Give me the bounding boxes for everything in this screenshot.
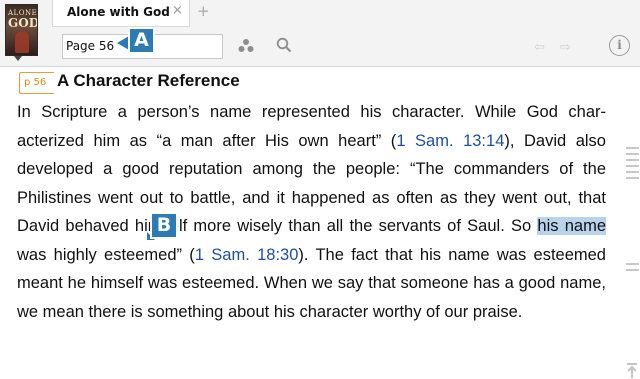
- scroll-tick: [626, 153, 639, 155]
- scroll-tick: [626, 171, 639, 173]
- add-tab-icon[interactable]: +: [197, 2, 210, 20]
- people-icon[interactable]: [238, 38, 254, 54]
- paragraph-text: was highly esteemed” (: [17, 245, 195, 264]
- cover-title-line2: GOD: [8, 16, 38, 30]
- selected-text[interactable]: his name: [537, 217, 606, 235]
- scroll-tick: [626, 177, 639, 179]
- top-toolbar: ALONE GOD Alone with God × + Page 56 A ⇦…: [0, 0, 640, 67]
- search-icon[interactable]: [276, 37, 292, 53]
- scroll-tick: [626, 159, 639, 161]
- back-arrow-icon[interactable]: ⇦: [534, 40, 545, 55]
- scroll-rail[interactable]: [625, 67, 640, 361]
- section-heading: A Character Reference: [57, 71, 240, 90]
- info-icon[interactable]: i: [609, 35, 630, 56]
- cover-figure: [15, 31, 29, 53]
- verse-link[interactable]: 1 Sam. 18:30: [195, 246, 299, 264]
- chevron-down-icon[interactable]: [14, 56, 22, 61]
- callout-badge-b: B: [147, 212, 178, 241]
- scroll-tick: [626, 165, 639, 167]
- callout-badge-a: A: [115, 27, 156, 54]
- page-field-value: Page 56: [66, 39, 115, 53]
- reader-pane: p 56 A Character Reference In Scripture …: [0, 67, 640, 378]
- page-marker: p 56: [19, 72, 54, 94]
- scroll-tick: [626, 147, 639, 149]
- callout-label-a: A: [128, 27, 155, 54]
- tab-alone-with-god[interactable]: Alone with God ×: [52, 0, 190, 27]
- scroll-tick: [626, 269, 639, 271]
- close-icon[interactable]: ×: [172, 3, 183, 18]
- book-cover-thumbnail[interactable]: ALONE GOD: [5, 4, 38, 56]
- callout-label-b: B: [150, 212, 178, 239]
- scroll-tick: [626, 263, 639, 265]
- forward-arrow-icon[interactable]: ⇨: [560, 40, 571, 55]
- tab-title: Alone with God: [67, 5, 170, 19]
- body-paragraph: In Scripture a person’s name represented…: [17, 98, 606, 326]
- scroll-to-top-icon[interactable]: [626, 363, 638, 379]
- verse-link[interactable]: 1 Sam. 13:14: [396, 132, 504, 150]
